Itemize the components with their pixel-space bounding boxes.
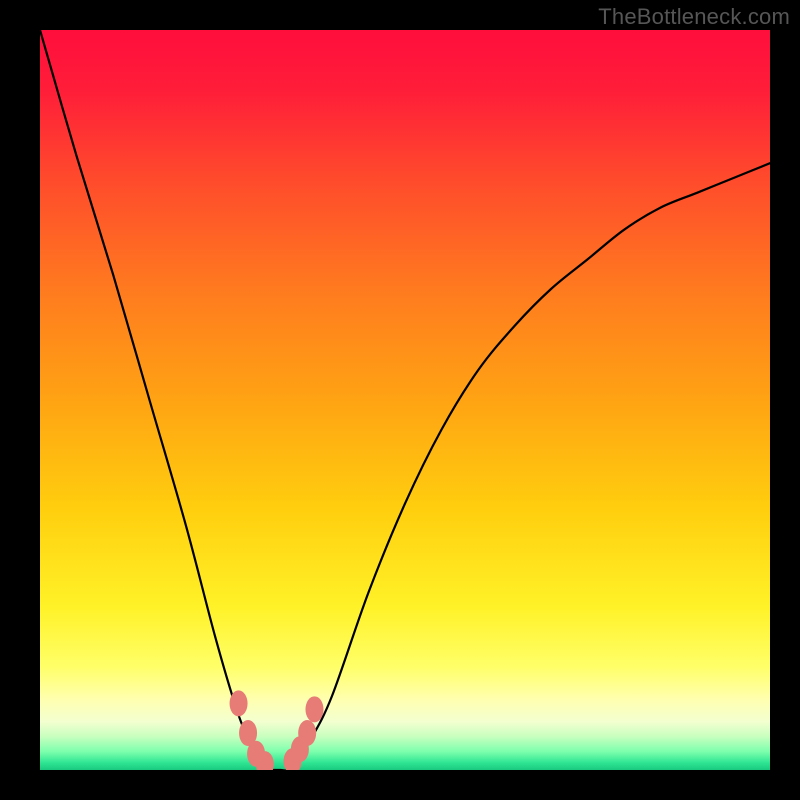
chart-frame: TheBottleneck.com <box>0 0 800 800</box>
curve-marker <box>230 690 248 716</box>
attribution-label: TheBottleneck.com <box>598 4 790 30</box>
curve-marker <box>298 720 316 746</box>
bottleneck-chart <box>40 30 770 770</box>
curve-marker <box>305 696 323 722</box>
plot-area <box>40 30 770 770</box>
